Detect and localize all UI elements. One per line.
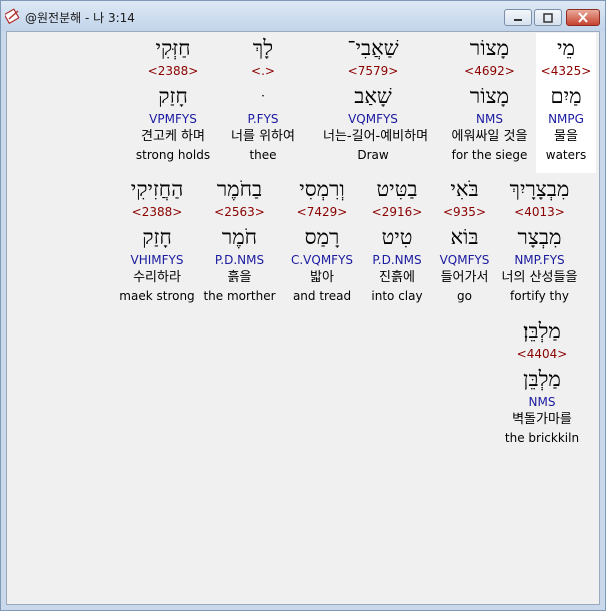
english-gloss: maek strong: [119, 289, 195, 303]
close-button[interactable]: [566, 9, 600, 26]
strong-number: <2388>: [131, 205, 183, 219]
word-cell[interactable]: שַׁאֲבִי־ <7579> שָׁאַב VQMFYS 너는-길어-예비하며 Dra…: [323, 33, 429, 163]
window-title: @원전분해 - 나 3:14: [25, 11, 135, 25]
parsing-code: VQMFYS: [348, 112, 398, 126]
lemma-word: שָׁאַב: [354, 84, 392, 108]
word-cell[interactable]: מָצוֹר <4692> מָצוֹר NMS 에워싸일 것을 for the sieg…: [440, 33, 540, 163]
parsing-code: NMS: [476, 112, 503, 126]
strong-number: <7579>: [347, 64, 399, 78]
strong-number: <4404>: [516, 347, 568, 361]
english-gloss: strong holds: [135, 148, 211, 162]
lemma-word: מָצוֹר: [469, 84, 510, 108]
close-icon: [578, 12, 588, 23]
strong-number: <2388>: [147, 64, 199, 78]
korean-gloss: 물을: [554, 129, 578, 144]
hebrew-word: מָצוֹר: [469, 36, 510, 60]
hebrew-word: מֵי: [557, 36, 575, 60]
english-gloss: for the siege: [451, 148, 528, 162]
maximize-icon: [543, 12, 553, 23]
korean-gloss: 너를 위하여: [231, 129, 295, 144]
hebrew-word: שַׁאֲבִי־: [347, 36, 399, 60]
lemma-word: חָזַק: [158, 84, 188, 108]
hebrew-word: מַלְבֵּן׃: [523, 319, 561, 343]
main-window: @원전분해 - 나 3:14 מֵי <4325> מַיִם NMPG 물을 water…: [0, 0, 606, 611]
hebrew-word: לָךְ: [252, 36, 274, 60]
korean-gloss: 수리하라: [133, 270, 181, 285]
strong-number: <4692>: [464, 64, 515, 78]
lemma-word: חָזַק: [142, 225, 172, 249]
parsing-code: VPMFYS: [149, 112, 197, 126]
strong-number: <4325>: [540, 64, 592, 78]
word-cell[interactable]: הַחֲזִיקִי <2388> חָזַק VHIMFYS 수리하라 maek str…: [107, 174, 207, 304]
korean-gloss: 에워싸일 것을: [451, 129, 528, 144]
lemma-word: ּ: [213, 79, 313, 111]
parsing-code: NMPG: [548, 112, 584, 126]
minimize-icon: [514, 18, 522, 21]
lemma-word: מַלְבֵּן: [523, 367, 561, 391]
english-gloss: waters: [545, 148, 587, 162]
korean-gloss: 너는-길어-예비하며: [323, 129, 429, 144]
word-cell[interactable]: לָךְ <.>ּP.FYS 너를 위하여 thee: [213, 33, 313, 163]
parsing-code: VHIMFYS: [130, 253, 184, 267]
english-gloss: the brickkiln: [504, 431, 580, 445]
word-cell[interactable]: מֵי <4325> מַיִם NMPG 물을 waters: [536, 33, 596, 173]
analysis-panel: מֵי <4325> מַיִם NMPG 물을 waters מָצוֹר <4692> מָ…: [6, 31, 600, 605]
hebrew-word: חַזְּקִי: [155, 36, 191, 60]
maximize-button[interactable]: [534, 9, 562, 26]
strong-number: <.>: [251, 64, 275, 78]
lemma-word: מַיִם: [550, 84, 582, 108]
word-cell[interactable]: חַזְּקִי <2388> חָזַק VPMFYS 견고케 하며 strong ho…: [123, 33, 223, 163]
parsing-code: NMS: [528, 395, 556, 409]
parsing-code: P.FYS: [247, 112, 279, 126]
korean-gloss: 벽돌가마를: [512, 412, 572, 427]
english-gloss: thee: [249, 148, 277, 162]
english-gloss: Draw: [357, 148, 389, 162]
hebrew-word: הַחֲזִיקִי: [130, 177, 184, 201]
korean-gloss: 견고케 하며: [141, 129, 205, 144]
title-bar[interactable]: @원전분해 - 나 3:14: [1, 1, 605, 31]
app-icon: [3, 8, 21, 25]
word-cell[interactable]: מַלְבֵּן׃ <4404> מַלְבֵּן NMS 벽돌가마를 the brick…: [492, 316, 592, 446]
minimize-button[interactable]: [504, 9, 532, 26]
